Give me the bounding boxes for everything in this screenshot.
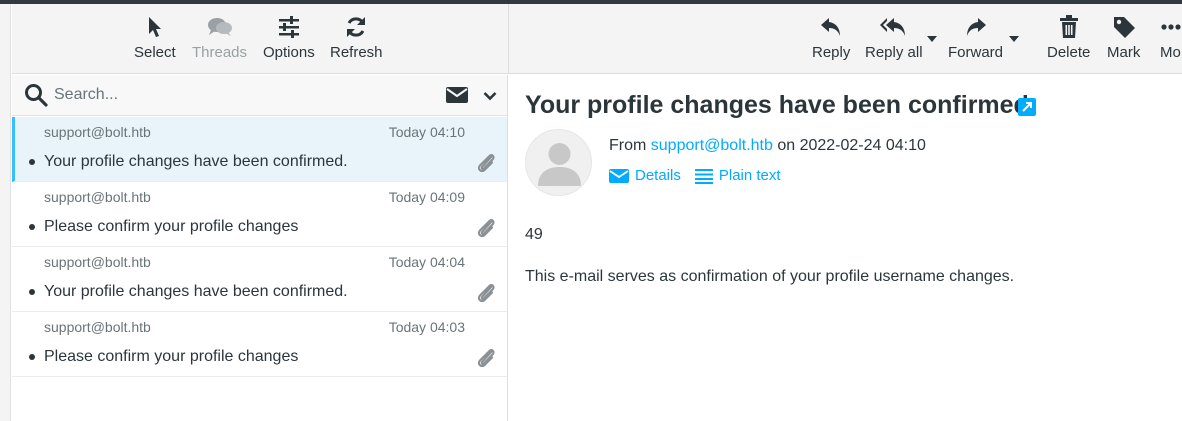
reply-label: Reply: [812, 44, 851, 61]
reply-all-button[interactable]: Reply all: [865, 12, 923, 68]
search-icon[interactable]: [24, 83, 48, 112]
message-date: Today 04:04: [388, 254, 465, 270]
list-toolbar: Select Threads Options Refresh: [12, 4, 508, 74]
forward-label: Forward: [948, 44, 1004, 61]
trash-icon: [1059, 12, 1079, 42]
forward-icon: [964, 12, 988, 42]
details-label: Details: [635, 167, 681, 184]
message-body-line: 49: [525, 226, 543, 243]
message-row[interactable]: support@bolt.htb Today 04:09 Please conf…: [12, 182, 507, 247]
avatar: [525, 129, 592, 196]
from-line: From support@bolt.htb on 2022-02-24 04:1…: [609, 137, 926, 155]
open-in-window-icon[interactable]: [1018, 98, 1036, 121]
forward-dropdown-caret[interactable]: [1009, 36, 1019, 42]
select-label: Select: [134, 44, 176, 61]
header-links: Details Plain text: [609, 167, 781, 184]
delete-label: Delete: [1047, 44, 1091, 61]
list-lines-icon: [694, 168, 713, 184]
more-label: Mo: [1160, 44, 1181, 61]
sender-address-link[interactable]: support@bolt.htb: [651, 137, 773, 154]
from-prefix: From: [609, 137, 647, 154]
message-subject: Please confirm your profile changes: [44, 218, 299, 235]
threads-button[interactable]: Threads: [192, 12, 247, 68]
tag-icon: [1112, 12, 1136, 42]
reply-all-label: Reply all: [865, 44, 923, 61]
delete-button[interactable]: Delete: [1047, 12, 1090, 68]
envelope-icon[interactable]: [446, 87, 468, 108]
reply-icon: [819, 12, 843, 42]
threads-label: Threads: [192, 44, 248, 61]
paperclip-icon: [476, 281, 496, 310]
mark-button[interactable]: Mark: [1107, 12, 1140, 68]
sliders-icon: [277, 12, 301, 42]
message-date: Today 04:09: [388, 189, 465, 205]
unread-dot: [29, 224, 35, 230]
chevron-down-icon[interactable]: [483, 88, 497, 106]
message-row[interactable]: support@bolt.htb Today 04:10 Your profil…: [12, 117, 507, 182]
message-subject: Your profile changes have been confirmed…: [44, 283, 348, 300]
message-view-subject: Your profile changes have been confirmed…: [525, 91, 1036, 119]
unread-dot: [29, 354, 35, 360]
message-from: support@bolt.htb: [44, 254, 151, 270]
options-label: Options: [263, 44, 315, 61]
refresh-label: Refresh: [330, 44, 383, 61]
refresh-icon: [344, 12, 368, 42]
details-link[interactable]: Details: [609, 167, 681, 184]
message-body-line: This e-mail serves as confirmation of yo…: [525, 268, 1015, 285]
plain-text-label: Plain text: [718, 167, 781, 184]
message-subject: Your profile changes have been confirmed…: [44, 153, 348, 170]
mark-label: Mark: [1107, 44, 1141, 61]
avatar-icon: [538, 143, 581, 186]
mail-toolbar: Reply Reply all Forward Delete Mark Mo: [508, 4, 1182, 74]
forward-button[interactable]: Forward: [948, 12, 1003, 68]
left-sidebar-edge: [0, 4, 11, 421]
search-input[interactable]: [54, 83, 414, 107]
message-date: Today 04:10: [388, 124, 465, 140]
message-from: support@bolt.htb: [44, 189, 151, 205]
select-button[interactable]: Select: [134, 12, 176, 68]
message-from: support@bolt.htb: [44, 319, 151, 335]
message-subject: Please confirm your profile changes: [44, 348, 299, 365]
message-list-panel: support@bolt.htb Today 04:10 Your profil…: [12, 75, 508, 421]
paperclip-icon: [476, 216, 496, 245]
reply-all-dropdown-caret[interactable]: [927, 36, 937, 42]
pointer-icon: [146, 12, 164, 42]
threads-icon: [207, 12, 233, 42]
message-view-panel: Your profile changes have been confirmed…: [509, 75, 1182, 421]
more-icon: [1160, 12, 1182, 42]
unread-dot: [29, 159, 35, 165]
message-row[interactable]: support@bolt.htb Today 04:03 Please conf…: [12, 312, 507, 377]
options-button[interactable]: Options: [263, 12, 315, 68]
plain-text-link[interactable]: Plain text: [694, 167, 781, 184]
message-from: support@bolt.htb: [44, 124, 151, 140]
envelope-icon: [609, 168, 629, 183]
reply-button[interactable]: Reply: [812, 12, 850, 68]
reply-all-icon: [879, 12, 909, 42]
message-row[interactable]: support@bolt.htb Today 04:04 Your profil…: [12, 247, 507, 312]
unread-dot: [29, 289, 35, 295]
refresh-button[interactable]: Refresh: [330, 12, 383, 68]
search-bar: [12, 75, 507, 116]
message-date: Today 04:03: [388, 319, 465, 335]
more-button[interactable]: Mo: [1160, 12, 1182, 68]
paperclip-icon: [476, 346, 496, 375]
paperclip-icon: [476, 151, 496, 180]
sent-date: on 2022-02-24 04:10: [777, 137, 926, 154]
